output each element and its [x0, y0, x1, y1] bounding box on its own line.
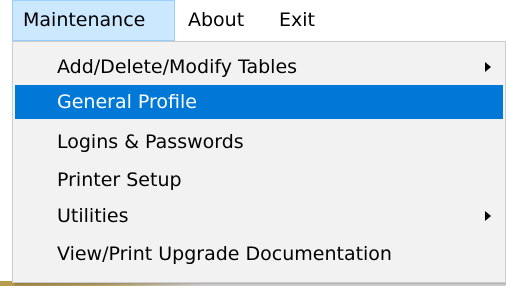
- menu-item-utilities[interactable]: Utilities: [15, 199, 503, 233]
- submenu-arrow-icon: [485, 211, 491, 221]
- menu-item-view-print-upgrade-documentation[interactable]: View/Print Upgrade Documentation: [15, 237, 503, 271]
- menu-item-add-delete-modify-tables[interactable]: Add/Delete/Modify Tables: [15, 50, 503, 84]
- window-background-left: [0, 41, 12, 286]
- menu-item-label: Printer Setup: [57, 169, 182, 191]
- menu-item-label: Utilities: [57, 205, 129, 227]
- menu-item-logins-passwords[interactable]: Logins & Passwords: [15, 125, 503, 159]
- submenu-arrow-icon: [485, 62, 491, 72]
- menu-bar: Maintenance About Exit: [0, 0, 506, 41]
- menu-item-label: Add/Delete/Modify Tables: [57, 56, 298, 78]
- menu-item-printer-setup[interactable]: Printer Setup: [15, 163, 503, 197]
- menu-exit[interactable]: Exit: [279, 0, 315, 41]
- menu-maintenance[interactable]: Maintenance: [12, 0, 175, 41]
- menu-item-label: View/Print Upgrade Documentation: [57, 243, 392, 265]
- menu-about[interactable]: About: [188, 0, 244, 41]
- maintenance-dropdown: Add/Delete/Modify Tables General Profile…: [12, 41, 506, 283]
- menu-item-label: General Profile: [57, 91, 197, 113]
- menu-item-general-profile[interactable]: General Profile: [15, 85, 503, 119]
- menu-item-label: Logins & Passwords: [57, 131, 244, 153]
